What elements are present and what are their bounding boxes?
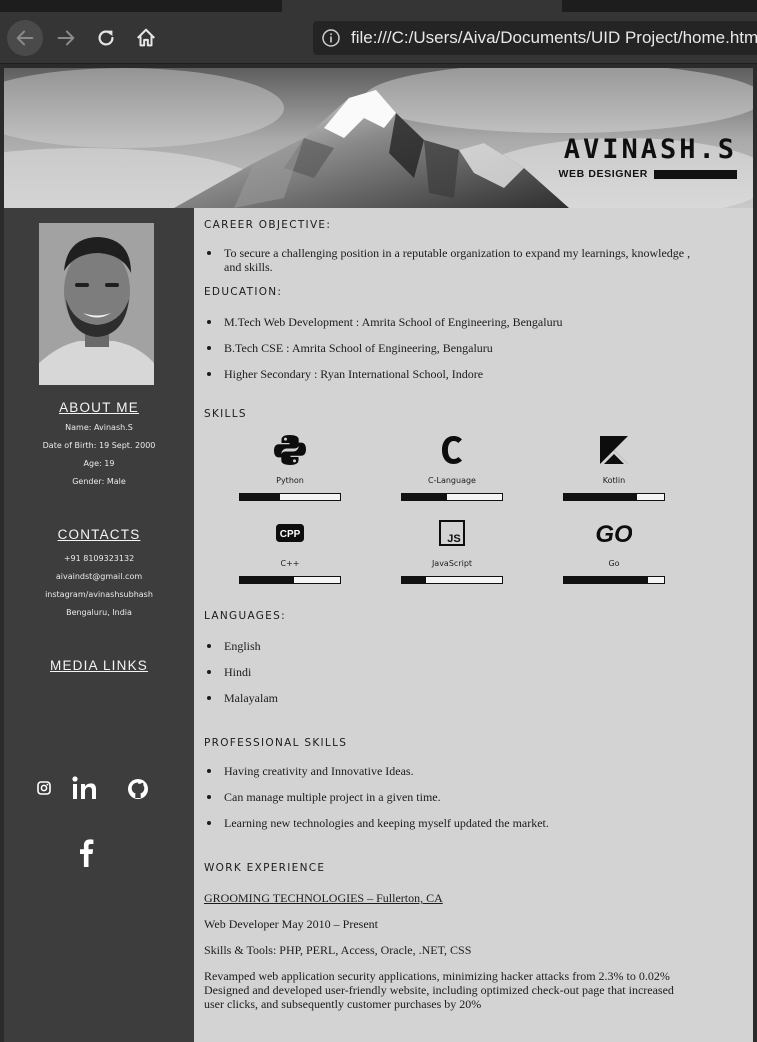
github-icon[interactable] xyxy=(126,777,150,801)
role-underline-bar xyxy=(654,169,737,179)
skill-go: GO Go xyxy=(563,513,665,584)
resume-name: AVINASH.S xyxy=(563,134,737,165)
language-item: English xyxy=(204,639,704,653)
skill-python: Python xyxy=(239,430,341,501)
media-links-heading: MEDIA LINKS xyxy=(50,658,148,673)
python-icon xyxy=(239,430,341,470)
skills-title: SKILLS xyxy=(204,408,247,420)
about-gender: Gender: Male xyxy=(72,477,126,486)
forward-button[interactable] xyxy=(48,20,84,56)
resume-role: WEB DESIGNER xyxy=(558,168,648,180)
skill-progress-bar xyxy=(239,493,341,501)
profile-photo xyxy=(39,223,154,385)
browser-toolbar: file:///C:/Users/Aiva/Documents/UID Proj… xyxy=(0,12,757,64)
professional-skills-title: PROFESSIONAL SKILLS xyxy=(204,737,348,749)
career-objective-item: To secure a challenging position in a re… xyxy=(204,246,704,274)
contact-phone: +91 8109323132 xyxy=(63,554,135,563)
skill-progress-bar xyxy=(239,576,341,584)
url-text[interactable]: file:///C:/Users/Aiva/Documents/UID Proj… xyxy=(351,28,757,48)
skill-progress-fill xyxy=(564,494,637,500)
work-tools: Skills & Tools: PHP, PERL, Access, Oracl… xyxy=(204,943,472,957)
arrow-left-icon xyxy=(16,30,34,46)
professional-skill-item: Learning new technologies and keeping my… xyxy=(204,816,704,830)
reload-button[interactable] xyxy=(88,20,124,56)
about-dob: Date of Birth: 19 Sept. 2000 xyxy=(42,441,156,450)
work-position: Web Developer May 2010 – Present xyxy=(204,917,378,931)
sidebar: ABOUT ME Name: Avinash.S Date of Birth: … xyxy=(4,208,194,1042)
reload-icon xyxy=(98,30,114,46)
contact-instagram[interactable]: instagram/avinashsubhash xyxy=(4,590,194,599)
cpp-icon: CPP xyxy=(239,513,341,553)
svg-text:CPP: CPP xyxy=(280,529,301,540)
education-item: Higher Secondary : Ryan International Sc… xyxy=(204,367,704,381)
main-content: CAREER OBJECTIVE: To secure a challengin… xyxy=(194,208,753,1042)
active-tab[interactable] xyxy=(282,0,562,12)
home-button[interactable] xyxy=(128,20,164,56)
resume-page: AVINASH.S WEB DESIGNER ABOUT ME Name: Av… xyxy=(4,68,753,1042)
kotlin-icon xyxy=(563,430,665,470)
arrow-right-icon xyxy=(57,30,75,46)
language-item: Malayalam xyxy=(204,691,704,705)
c-language-icon xyxy=(401,430,503,470)
skill-progress-fill xyxy=(564,577,648,583)
svg-text:JS: JS xyxy=(447,533,460,545)
languages-title: LANGUAGES: xyxy=(204,610,286,622)
about-name: Name: Avinash.S xyxy=(65,423,133,432)
address-bar[interactable]: file:///C:/Users/Aiva/Documents/UID Proj… xyxy=(313,21,757,55)
contacts-heading: CONTACTS xyxy=(57,527,141,542)
education-item: B.Tech CSE : Amrita School of Engineerin… xyxy=(204,341,704,355)
skill-name: Python xyxy=(276,476,304,485)
skill-name: C-Language xyxy=(428,476,476,485)
skill-javascript: JS JavaScript xyxy=(401,513,503,584)
go-icon: GO xyxy=(563,513,665,553)
svg-text:GO: GO xyxy=(596,521,632,545)
skill-progress-bar xyxy=(401,493,503,501)
facebook-icon[interactable] xyxy=(74,838,98,868)
profile-portrait-image xyxy=(39,223,154,385)
contact-location: Bengaluru, India xyxy=(66,608,132,617)
education-item: M.Tech Web Development : Amrita School o… xyxy=(204,315,704,329)
skill-progress-fill xyxy=(402,577,426,583)
skill-progress-bar xyxy=(563,576,665,584)
work-experience-title: WORK EXPERIENCE xyxy=(204,862,326,874)
skill-c-language: C-Language xyxy=(401,430,503,501)
home-icon xyxy=(137,28,155,47)
info-icon[interactable] xyxy=(321,28,341,48)
career-objective-title: CAREER OBJECTIVE: xyxy=(204,219,332,231)
skill-name: Kotlin xyxy=(602,476,626,485)
work-description: Revamped web application security applic… xyxy=(204,969,674,1011)
contact-email[interactable]: aivaindst@gmail.com xyxy=(4,572,194,581)
skill-progress-fill xyxy=(402,494,447,500)
linkedin-icon[interactable] xyxy=(70,774,100,802)
skill-progress-fill xyxy=(240,577,294,583)
about-age: Age: 19 xyxy=(83,459,115,468)
language-item: Hindi xyxy=(204,665,704,679)
skill-progress-bar xyxy=(401,576,503,584)
professional-skill-item: Having creativity and Innovative Ideas. xyxy=(204,764,704,778)
tab-strip xyxy=(0,0,757,12)
education-title: EDUCATION: xyxy=(204,286,283,298)
professional-skill-item: Can manage multiple project in a given t… xyxy=(204,790,704,804)
skill-name: JavaScript xyxy=(431,559,473,568)
skill-cpp: CPP C++ xyxy=(239,513,341,584)
javascript-icon: JS xyxy=(401,513,503,553)
mountain-banner: AVINASH.S WEB DESIGNER xyxy=(4,68,753,208)
about-me-heading: ABOUT ME xyxy=(59,400,139,415)
back-button[interactable] xyxy=(7,20,43,56)
skill-kotlin: Kotlin xyxy=(563,430,665,501)
skill-progress-bar xyxy=(563,493,665,501)
skill-name: Go xyxy=(608,559,620,568)
skill-progress-fill xyxy=(240,494,280,500)
role-row: WEB DESIGNER xyxy=(559,168,737,180)
skill-name: C++ xyxy=(280,559,300,568)
work-company: GROOMING TECHNOLOGIES – Fullerton, CA xyxy=(204,891,443,905)
instagram-icon[interactable] xyxy=(35,779,53,797)
